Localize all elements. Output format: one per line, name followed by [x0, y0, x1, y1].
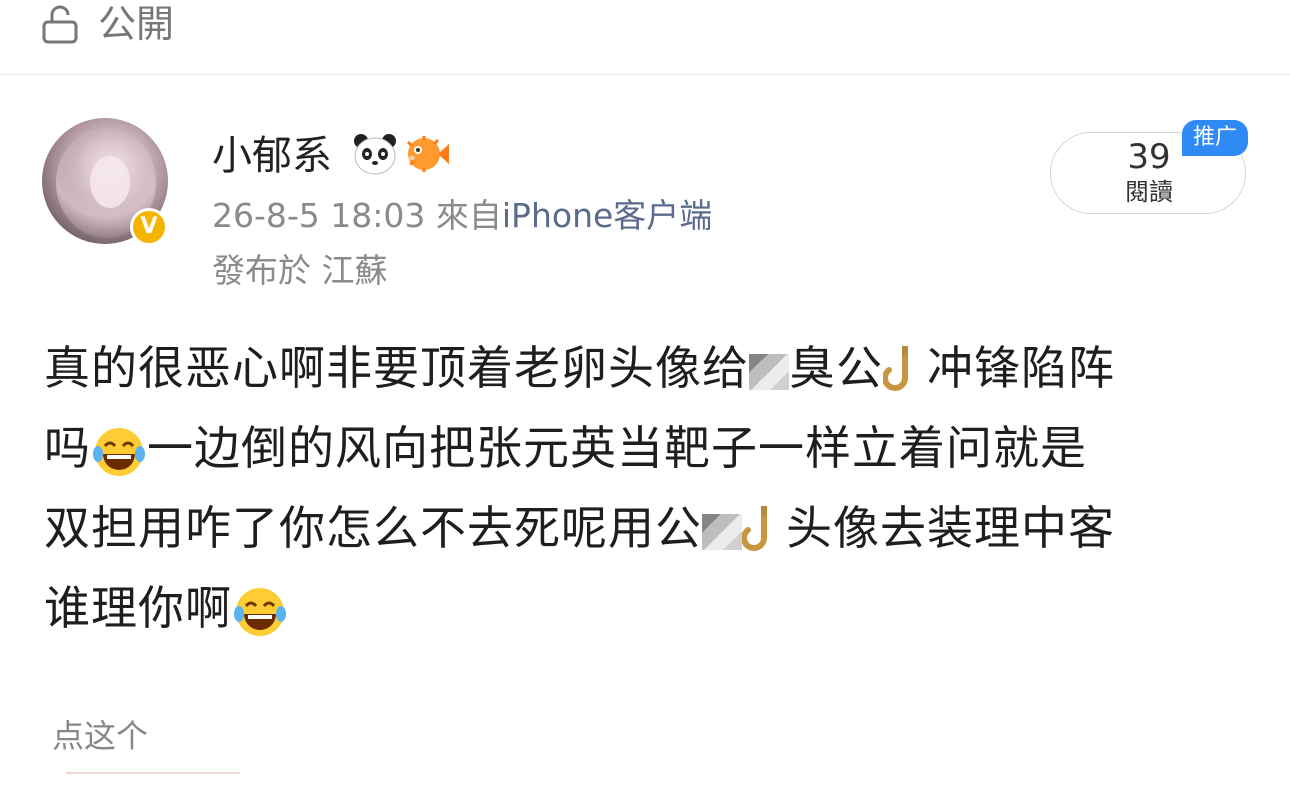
censored-char [702, 513, 742, 550]
censored-char-1: 臭 [789, 341, 836, 395]
source-prefix: 來自 [435, 196, 502, 235]
timestamp: 26-8-5 18:03 [212, 196, 426, 235]
pufferfish-emoji-icon [406, 136, 449, 172]
author-name[interactable]: 小郁系 [212, 130, 332, 182]
hook-emoji-icon [883, 345, 908, 391]
panda-emoji-icon [354, 134, 396, 175]
post-line-1: 真的很恶心啊非要顶着老卵头像给 臭公 冲锋陷阵 [44, 328, 1254, 408]
divider [66, 772, 240, 774]
verified-badge-icon: V [130, 208, 168, 246]
read-label: 閱讀 [1125, 178, 1173, 206]
censored-char [749, 353, 789, 390]
location-prefix: 發布於 [212, 251, 311, 290]
post-line-4: 谁理你啊 [44, 568, 1254, 648]
source-client-link[interactable]: iPhone客户端 [502, 196, 712, 235]
post-content: 真的很恶心啊非要顶着老卵头像给 臭公 冲锋陷阵 吗 一边倒的风向把张元英当靶子一样… [44, 328, 1254, 648]
post-meta: 26-8-5 18:03 來自iPhone客户端 [212, 193, 712, 239]
lock-icon [42, 5, 78, 44]
footer-link[interactable]: 点这个 [52, 716, 148, 756]
laughing-tears-emoji-icon [234, 587, 286, 636]
top-bar: 公開 [0, 0, 1290, 75]
laughing-tears-emoji-icon [93, 427, 145, 476]
location-name: 江蘇 [321, 251, 388, 290]
post-line-2: 吗 一边倒的风向把张元英当靶子一样立着问就是 [44, 408, 1254, 488]
visibility-label[interactable]: 公開 [98, 2, 174, 46]
hook-emoji-icon [742, 505, 767, 551]
promo-badge[interactable]: 推广 [1182, 120, 1248, 156]
censored-char-3: 公 [655, 501, 702, 555]
post-line-3: 双担用咋了你怎么不去死呢用公 头像去装理中客 [44, 488, 1254, 568]
location: 發布於 江蘇 [212, 248, 388, 294]
censored-char-2: 公 [836, 341, 883, 395]
